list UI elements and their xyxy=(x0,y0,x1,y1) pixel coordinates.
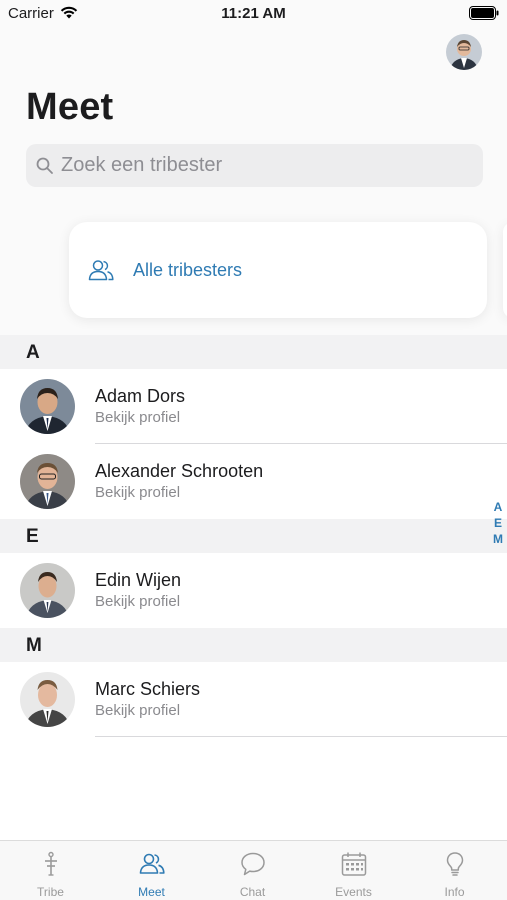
avatar xyxy=(20,454,75,509)
contact-name: Marc Schiers xyxy=(95,679,201,699)
tab-meet[interactable]: Meet xyxy=(101,841,202,900)
status-bar: Carrier 11:21 AM xyxy=(0,0,507,30)
tab-label: Tribe xyxy=(37,885,64,899)
contact-name: Alexander Schrooten xyxy=(95,461,264,481)
tab-chat[interactable]: Chat xyxy=(202,841,303,900)
all-tribesters-card[interactable]: Alle tribesters xyxy=(69,222,487,318)
tab-label: Info xyxy=(444,885,465,899)
all-tribesters-label: Alle tribesters xyxy=(133,260,243,280)
contact-row-edin-wijen[interactable]: Edin Wijen Bekijk profiel xyxy=(0,553,507,628)
tribe-icon xyxy=(45,851,57,876)
row-divider xyxy=(95,736,507,737)
section-header-e: E xyxy=(0,519,507,553)
section-header-m: M xyxy=(0,628,507,662)
lightbulb-icon xyxy=(446,852,464,876)
section-letter: E xyxy=(26,526,39,547)
tab-bar: Tribe Meet Chat Events Info xyxy=(0,840,507,900)
search-input[interactable] xyxy=(61,144,471,187)
avatar xyxy=(20,563,75,618)
index-letter-m[interactable]: M xyxy=(489,531,507,547)
page-title: Meet xyxy=(26,86,114,128)
index-letter-e[interactable]: E xyxy=(489,515,507,531)
section-letter: M xyxy=(26,635,42,656)
contact-name: Adam Dors xyxy=(95,386,186,406)
search-bar[interactable] xyxy=(26,144,483,187)
avatar xyxy=(20,379,75,434)
status-time: 11:21 AM xyxy=(221,5,286,22)
contact-subtitle: Bekijk profiel xyxy=(95,484,181,501)
section-header-a: A xyxy=(0,335,507,369)
profile-avatar[interactable] xyxy=(446,34,482,70)
people-icon xyxy=(139,853,165,874)
tab-label: Events xyxy=(335,885,372,899)
people-icon xyxy=(88,260,114,281)
section-letter: A xyxy=(26,342,40,363)
section-index-bar[interactable]: A E M xyxy=(489,499,507,547)
tab-label: Meet xyxy=(138,885,165,899)
next-card-peek[interactable] xyxy=(503,222,507,318)
tab-tribe[interactable]: Tribe xyxy=(0,841,101,900)
tab-label: Chat xyxy=(239,885,266,899)
contact-row-adam-dors[interactable]: Adam Dors Bekijk profiel xyxy=(0,369,507,444)
avatar xyxy=(20,672,75,727)
chat-bubble-icon xyxy=(241,852,265,876)
contact-row-alexander-schrooten[interactable]: Alexander Schrooten Bekijk profiel xyxy=(0,444,507,519)
avatar xyxy=(446,34,482,70)
index-letter-a[interactable]: A xyxy=(489,499,507,515)
contact-row-marc-schiers[interactable]: Marc Schiers Bekijk profiel xyxy=(0,662,507,737)
contact-name: Edin Wijen xyxy=(95,570,182,590)
contact-subtitle: Bekijk profiel xyxy=(95,409,181,426)
search-icon xyxy=(36,157,53,174)
contact-subtitle: Bekijk profiel xyxy=(95,593,181,610)
battery-icon xyxy=(469,6,499,20)
tab-info[interactable]: Info xyxy=(404,841,505,900)
tab-events[interactable]: Events xyxy=(303,841,404,900)
contact-subtitle: Bekijk profiel xyxy=(95,702,181,719)
calendar-icon xyxy=(341,852,367,876)
